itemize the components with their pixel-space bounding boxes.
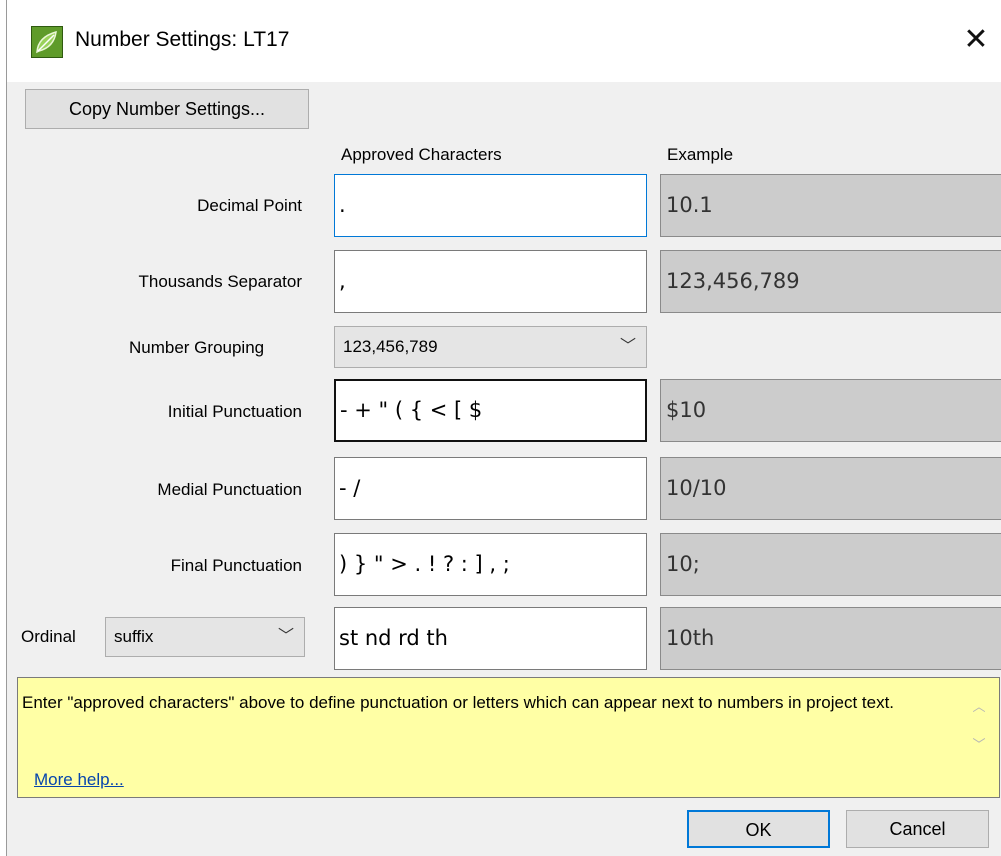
medial-punctuation-label: Medial Punctuation bbox=[157, 480, 302, 499]
cancel-button[interactable]: Cancel bbox=[846, 810, 989, 848]
medial-punctuation-example: 10/10 bbox=[660, 457, 1001, 520]
number-settings-dialog: Number Settings: LT17 ✕ Copy Number Sett… bbox=[6, 0, 1001, 856]
chevron-down-icon: ﹀ bbox=[619, 338, 636, 355]
final-punctuation-example: 10; bbox=[660, 533, 1001, 596]
chevron-down-icon: ﹀ bbox=[277, 628, 294, 645]
more-help-link[interactable]: More help... bbox=[34, 770, 124, 790]
decimal-point-label: Decimal Point bbox=[197, 196, 302, 215]
initial-punctuation-label: Initial Punctuation bbox=[167, 402, 302, 421]
final-punctuation-field[interactable]: ) } " > . ! ? : ] , ; bbox=[334, 533, 647, 596]
help-scrollbar[interactable]: ︿ ﹀ bbox=[965, 696, 993, 756]
decimal-point-field[interactable]: . bbox=[334, 174, 647, 237]
ordinal-position-select[interactable]: suffix ﹀ bbox=[105, 617, 305, 657]
title-bar: Number Settings: LT17 ✕ bbox=[7, 0, 1001, 82]
ok-button[interactable]: OK bbox=[687, 810, 830, 848]
copy-number-settings-button[interactable]: Copy Number Settings... bbox=[25, 89, 309, 129]
thousands-separator-field[interactable]: , bbox=[334, 250, 647, 313]
thousands-separator-example: 123,456,789 bbox=[660, 250, 1001, 313]
medial-punctuation-field[interactable]: - / bbox=[334, 457, 647, 520]
final-punctuation-label: Final Punctuation bbox=[170, 556, 302, 575]
example-header: Example bbox=[667, 145, 734, 164]
scroll-down-icon[interactable]: ﹀ bbox=[965, 734, 993, 753]
initial-punctuation-example: $10 bbox=[660, 379, 1001, 442]
number-grouping-label: Number Grouping bbox=[129, 338, 265, 357]
number-grouping-select[interactable]: 123,456,789 ﹀ bbox=[334, 326, 647, 368]
help-text: Enter "approved characters" above to def… bbox=[22, 693, 895, 712]
approved-characters-header: Approved Characters bbox=[341, 145, 502, 164]
initial-punctuation-field[interactable]: - + " ( { < [ $ bbox=[334, 379, 647, 442]
close-icon[interactable]: ✕ bbox=[950, 18, 1001, 62]
window-title: Number Settings: LT17 bbox=[75, 28, 290, 51]
scroll-up-icon[interactable]: ︿ bbox=[965, 696, 993, 715]
ordinal-label: Ordinal bbox=[21, 627, 76, 646]
ordinal-example: 10th bbox=[660, 607, 1001, 670]
ordinal-position-value: suffix bbox=[114, 627, 154, 646]
decimal-point-example: 10.1 bbox=[660, 174, 1001, 237]
thousands-separator-label: Thousands Separator bbox=[138, 272, 303, 291]
ordinal-field[interactable]: st nd rd th bbox=[334, 607, 647, 670]
number-grouping-value: 123,456,789 bbox=[343, 337, 438, 356]
leaf-icon bbox=[31, 26, 63, 58]
help-panel: Enter "approved characters" above to def… bbox=[17, 677, 1000, 798]
